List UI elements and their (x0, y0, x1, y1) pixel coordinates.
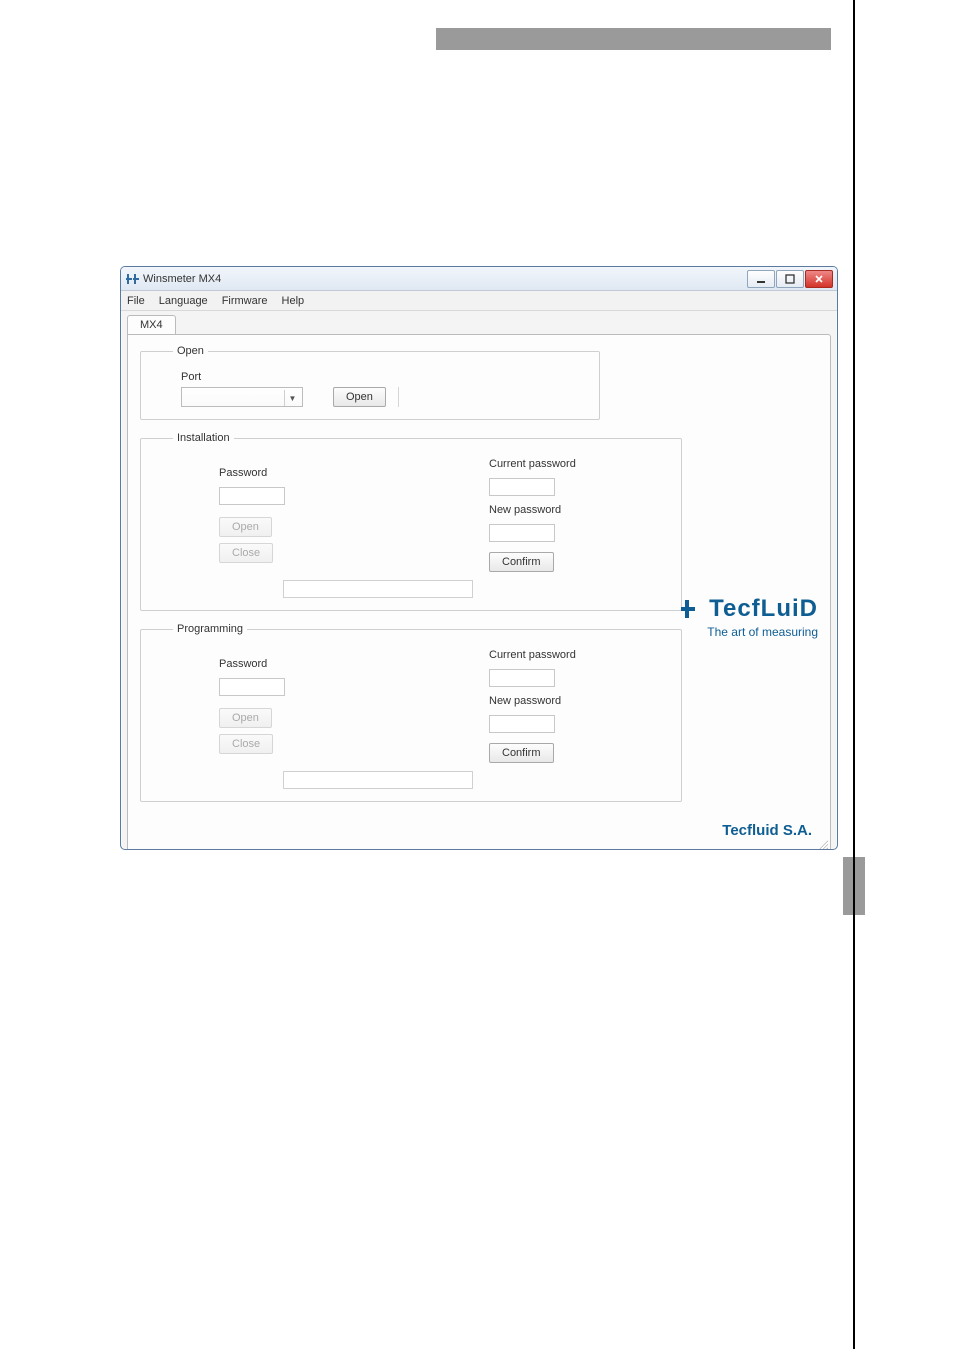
open-group: Open Port ▼ Open (140, 345, 600, 420)
tab-mx4[interactable]: MX4 (127, 315, 176, 334)
inst-status-field (283, 580, 473, 598)
menu-firmware[interactable]: Firmware (222, 295, 268, 307)
resize-grip-icon[interactable] (816, 839, 828, 850)
titlebar: Winsmeter MX4 (121, 267, 837, 291)
port-select[interactable]: ▼ (181, 387, 303, 407)
inst-open-button[interactable]: Open (219, 517, 272, 537)
prog-new-password-label: New password (489, 695, 561, 707)
inst-password-label: Password (219, 467, 267, 479)
inst-close-button[interactable]: Close (219, 543, 273, 563)
programming-group: Programming Password Open Close Current … (140, 623, 682, 802)
prog-open-button[interactable]: Open (219, 708, 272, 728)
inst-new-password-label: New password (489, 504, 561, 516)
prog-close-button[interactable]: Close (219, 734, 273, 754)
prog-current-password-label: Current password (489, 649, 576, 661)
open-legend: Open (173, 345, 208, 357)
installation-group: Installation Password Open Close Current… (140, 432, 682, 611)
port-label: Port (181, 371, 587, 383)
chevron-down-icon: ▼ (284, 390, 300, 406)
inst-current-password-label: Current password (489, 458, 576, 470)
menu-help[interactable]: Help (282, 295, 305, 307)
prog-confirm-button[interactable]: Confirm (489, 743, 554, 763)
brand-tagline: The art of measuring (618, 625, 818, 639)
brand-area: TecfLuiD The art of measuring (618, 595, 818, 639)
inst-new-password-input[interactable] (489, 524, 555, 542)
page-edge (853, 0, 855, 1349)
window-title: Winsmeter MX4 (143, 273, 221, 285)
app-window: Winsmeter MX4 File Language Firmware Hel… (120, 266, 838, 850)
brand-footer: Tecfluid S.A. (722, 822, 812, 839)
decorative-bar (436, 28, 831, 50)
minimize-button[interactable] (747, 270, 775, 288)
prog-password-input[interactable] (219, 678, 285, 696)
programming-legend: Programming (173, 623, 247, 635)
inst-current-password-input[interactable] (489, 478, 555, 496)
inst-confirm-button[interactable]: Confirm (489, 552, 554, 572)
menu-language[interactable]: Language (159, 295, 208, 307)
menubar: File Language Firmware Help (121, 291, 837, 311)
brand-logo: TecfLuiD (618, 595, 818, 623)
tab-content: Open Port ▼ Open Installation Password (127, 334, 831, 850)
prog-status-field (283, 771, 473, 789)
prog-current-password-input[interactable] (489, 669, 555, 687)
close-button[interactable] (805, 270, 833, 288)
prog-new-password-input[interactable] (489, 715, 555, 733)
tabstrip: MX4 (127, 315, 831, 334)
maximize-button[interactable] (776, 270, 804, 288)
brand-mark-icon (681, 598, 703, 620)
window-controls (746, 270, 833, 288)
open-port-button[interactable]: Open (333, 387, 386, 407)
brand-name: TecfLuiD (709, 595, 818, 623)
installation-legend: Installation (173, 432, 234, 444)
inst-password-input[interactable] (219, 487, 285, 505)
app-icon (125, 272, 139, 286)
menu-file[interactable]: File (127, 295, 145, 307)
prog-password-label: Password (219, 658, 267, 670)
